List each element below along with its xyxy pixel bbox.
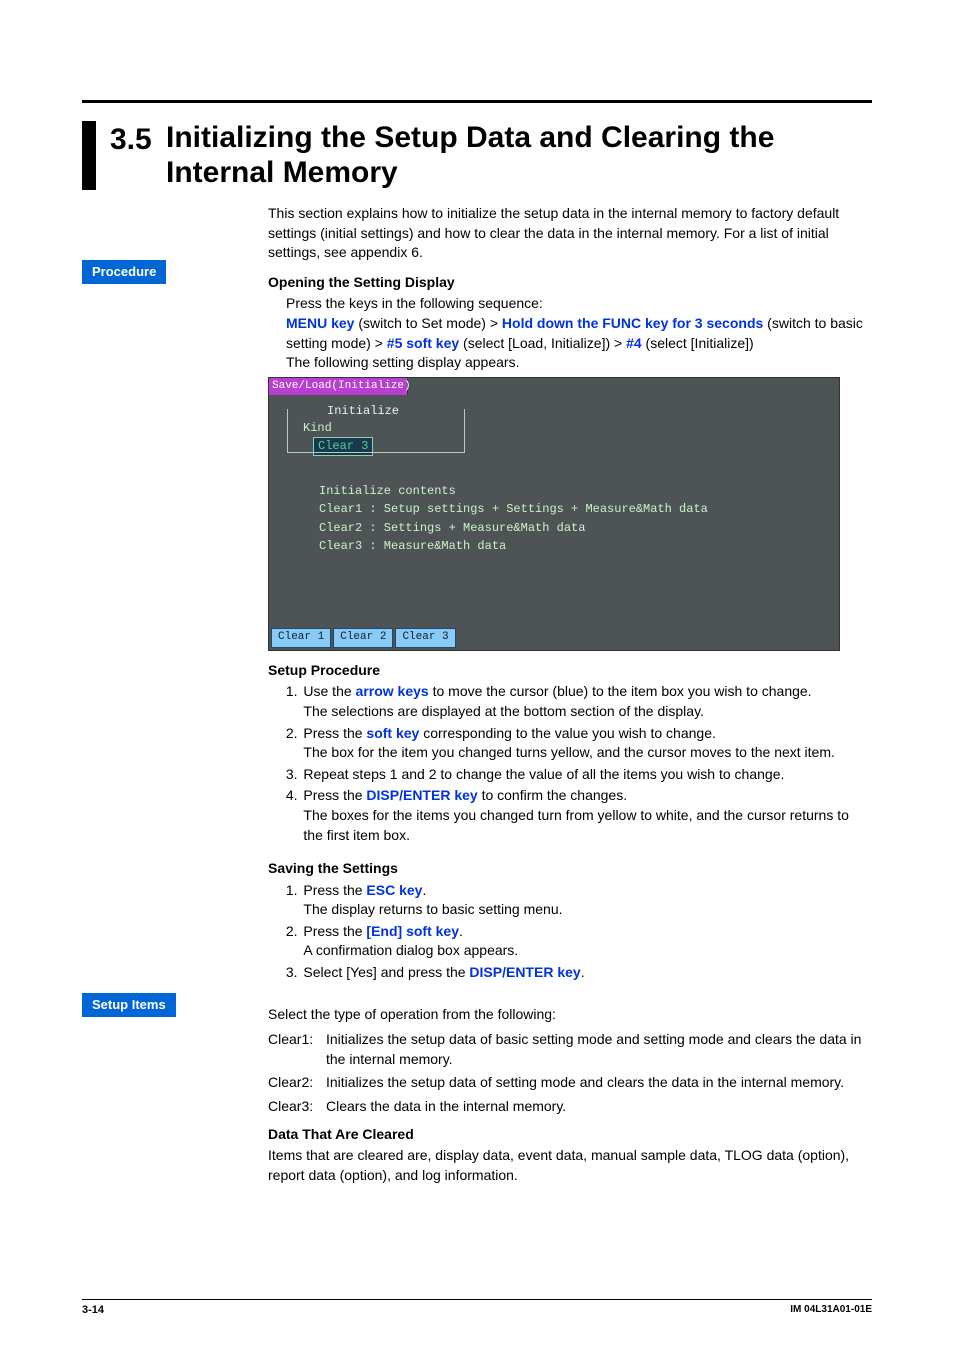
sp-step-2-sub: The box for the item you changed turns y…	[303, 743, 872, 763]
sp-step-4-sub: The boxes for the items you changed turn…	[303, 806, 872, 845]
menu-key-ref: MENU key	[286, 315, 354, 331]
sv-step-2-sub: A confirmation dialog box appears.	[303, 941, 872, 961]
opening-sequence: MENU key (switch to Set mode) > Hold dow…	[286, 314, 872, 353]
clear1-desc: Initializes the setup data of basic sett…	[326, 1030, 872, 1069]
ss-row1: Clear1 : Setup settings + Settings + Mea…	[319, 500, 789, 519]
data-cleared-body: Items that are cleared are, display data…	[268, 1146, 872, 1185]
saving-list: Press the ESC key. The display returns t…	[286, 881, 872, 983]
ss-group-border	[287, 409, 465, 453]
setup-items-label: Setup Items	[82, 993, 176, 1017]
arrow-keys-ref: arrow keys	[356, 683, 429, 699]
clear2-term: Clear2:	[268, 1073, 326, 1093]
sp-step-4: Press the DISP/ENTER key to confirm the …	[301, 786, 872, 845]
ss-btn-clear3: Clear 3	[395, 628, 455, 647]
opening-line3: The following setting display appears.	[286, 353, 872, 373]
clear1-term: Clear1:	[268, 1030, 326, 1069]
ss-btn-clear2: Clear 2	[333, 628, 393, 647]
data-cleared-heading: Data That Are Cleared	[268, 1125, 872, 1145]
soft-key-ref: soft key	[366, 725, 419, 741]
ss-row2: Clear2 : Settings + Measure&Math data	[319, 519, 789, 538]
procedure-label: Procedure	[82, 260, 166, 284]
ss-btn-clear1: Clear 1	[271, 628, 331, 647]
clear3-term: Clear3:	[268, 1097, 326, 1117]
ss-titlebar: Save/Load(Initialize)	[269, 378, 408, 395]
sp-step-2: Press the soft key corresponding to the …	[301, 724, 872, 763]
setup-items-intro: Select the type of operation from the fo…	[268, 1005, 872, 1025]
sp-step-1: Use the arrow keys to move the cursor (b…	[301, 682, 872, 721]
seq-text-3: (select [Load, Initialize]) >	[459, 335, 626, 351]
sv-step-1: Press the ESC key. The display returns t…	[301, 881, 872, 920]
clear2-desc: Initializes the setup data of setting mo…	[326, 1073, 872, 1093]
intro-paragraph: This section explains how to initialize …	[268, 204, 872, 263]
seq-text-1: (switch to Set mode) >	[354, 315, 501, 331]
section-heading: 3.5 Initializing the Setup Data and Clea…	[82, 100, 872, 190]
page-number: 3-14	[82, 1304, 104, 1316]
func-key-ref: Hold down the FUNC key for 3 seconds	[502, 315, 763, 331]
heading-bar	[82, 121, 96, 190]
sv-step-2: Press the [End] soft key. A confirmation…	[301, 922, 872, 961]
softkey5-ref: #5 soft key	[387, 335, 459, 351]
disp-enter-ref-2: DISP/ENTER key	[469, 964, 580, 980]
sp-step-1-sub: The selections are displayed at the bott…	[303, 702, 872, 722]
sp-step-3: Repeat steps 1 and 2 to change the value…	[301, 765, 872, 785]
esc-key-ref: ESC key	[366, 882, 422, 898]
clear3-desc: Clears the data in the internal memory.	[326, 1097, 872, 1117]
device-screenshot: Save/Load(Initialize) Initialize Kind Cl…	[268, 377, 840, 651]
ss-contents: Initialize contents Clear1 : Setup setti…	[319, 482, 789, 556]
opening-heading: Opening the Setting Display	[268, 273, 872, 293]
clear-definitions: Clear1:Initializes the setup data of bas…	[268, 1030, 872, 1116]
section-number: 3.5	[110, 121, 166, 157]
page-footer: 3-14 IM 04L31A01-01E	[82, 1299, 872, 1316]
disp-enter-ref: DISP/ENTER key	[366, 787, 477, 803]
ss-contents-title: Initialize contents	[319, 482, 789, 501]
seq-text-4: (select [Initialize])	[642, 335, 754, 351]
end-softkey-ref: [End] soft key	[366, 923, 459, 939]
softkey4-ref: #4	[626, 335, 642, 351]
sv-step-3: Select [Yes] and press the DISP/ENTER ke…	[301, 963, 872, 983]
opening-line1: Press the keys in the following sequence…	[286, 294, 872, 314]
setup-procedure-heading: Setup Procedure	[268, 661, 872, 681]
setup-procedure-list: Use the arrow keys to move the cursor (b…	[286, 682, 872, 845]
saving-heading: Saving the Settings	[268, 859, 872, 879]
ss-row3: Clear3 : Measure&Math data	[319, 537, 789, 556]
doc-id: IM 04L31A01-01E	[790, 1304, 872, 1316]
ss-softkey-bar: Clear 1 Clear 2 Clear 3	[269, 628, 456, 647]
sv-step-1-sub: The display returns to basic setting men…	[303, 900, 872, 920]
section-title: Initializing the Setup Data and Clearing…	[166, 121, 872, 190]
